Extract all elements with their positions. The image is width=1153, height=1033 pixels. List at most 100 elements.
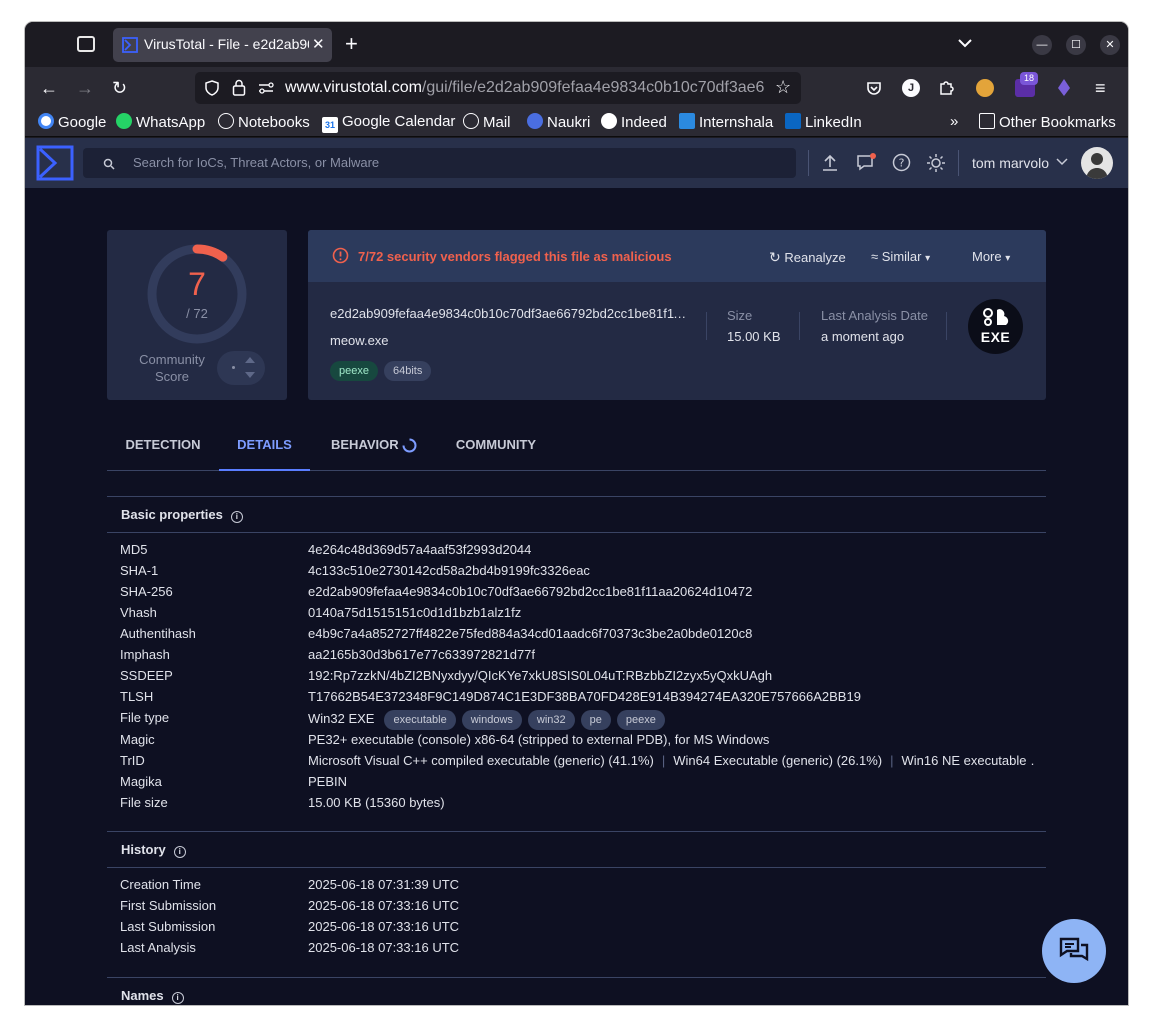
- divider: [799, 312, 800, 340]
- navigation-bar: ← → ↻ www.virustotal.com/gui/file/e2d2ab…: [25, 67, 1128, 109]
- search-input[interactable]: Search for IoCs, Threat Actors, or Malwa…: [83, 148, 796, 178]
- community-score-label: Community Score: [139, 352, 205, 384]
- bookmark-naukri[interactable]: Naukri: [527, 113, 590, 131]
- shield-icon[interactable]: [204, 80, 220, 96]
- bookmark-google[interactable]: Google: [38, 113, 106, 131]
- search-icon: [103, 158, 115, 170]
- chat-bubbles-icon: [1059, 937, 1089, 962]
- tab-list-chevron-icon[interactable]: [958, 38, 972, 48]
- bookmark-internshala[interactable]: Internshala: [679, 113, 773, 131]
- extensions-puzzle-icon[interactable]: [938, 79, 955, 96]
- file-hash[interactable]: e2d2ab909fefaa4e9834c0b10c70df3ae66792bd…: [330, 306, 690, 321]
- bookmark-indeed[interactable]: Indeed: [601, 113, 667, 131]
- avatar[interactable]: [1081, 147, 1113, 179]
- bookmark-linkedin[interactable]: LinkedIn: [785, 113, 862, 131]
- tag-chip[interactable]: executable: [384, 710, 456, 730]
- minimize-icon[interactable]: —: [1032, 35, 1052, 55]
- reload-icon[interactable]: ↻: [112, 78, 127, 98]
- file-name: meow.exe: [330, 333, 389, 348]
- browser-tab[interactable]: VirusTotal - File - e2d2ab909fefaa4e9834…: [113, 28, 332, 62]
- size-value: 15.00 KB: [727, 329, 781, 344]
- bookmark-whatsapp[interactable]: WhatsApp: [116, 113, 205, 131]
- divider: [808, 150, 809, 176]
- bookmark-star-icon[interactable]: ☆: [775, 77, 791, 98]
- more-button[interactable]: More ▾: [972, 249, 1010, 264]
- tab-title: VirusTotal - File - e2d2ab909fefaa4e9834…: [144, 36, 309, 52]
- tab-overview-icon[interactable]: [77, 36, 95, 52]
- theme-sun-icon[interactable]: [926, 153, 946, 173]
- property-row: File size 15.00 KB (15360 bytes): [120, 795, 445, 810]
- tab-details[interactable]: DETAILS: [219, 420, 310, 471]
- pocket-icon[interactable]: [866, 80, 882, 96]
- tag-chip[interactable]: pe: [580, 710, 611, 730]
- svg-text:?: ?: [899, 157, 905, 170]
- cookie-extension-icon[interactable]: [976, 79, 994, 97]
- vt-header: Search for IoCs, Threat Actors, or Malwa…: [25, 138, 1128, 188]
- reanalyze-button[interactable]: ↻ Reanalyze: [769, 249, 846, 266]
- section-title: Names i: [121, 988, 184, 1004]
- detection-total: / 72: [186, 306, 208, 321]
- notifications-icon[interactable]: [856, 153, 876, 171]
- forward-icon[interactable]: →: [76, 78, 94, 98]
- vote-up-icon[interactable]: [245, 357, 255, 363]
- detection-count: 7: [188, 266, 206, 302]
- tab-community[interactable]: COMMUNITY: [437, 420, 555, 471]
- bookmarks-bar: Google WhatsApp Notebooks 31 Google Calen…: [25, 109, 1128, 137]
- community-vote-widget[interactable]: [217, 351, 265, 385]
- lock-icon[interactable]: [232, 79, 246, 96]
- file-summary-card: 7/72 security vendors flagged this file …: [308, 230, 1046, 400]
- other-bookmarks[interactable]: Other Bookmarks: [979, 113, 1116, 131]
- linkedin-icon: [785, 113, 801, 129]
- chat-button[interactable]: [1042, 919, 1106, 983]
- tab-detection[interactable]: DETECTION: [107, 420, 219, 471]
- info-icon[interactable]: i: [171, 992, 184, 1004]
- info-icon[interactable]: i: [173, 846, 186, 858]
- property-row: SHA-256 e2d2ab909fefaa4e9834c0b10c70df3ae…: [120, 584, 753, 599]
- tag-chip[interactable]: peexe: [616, 710, 665, 730]
- whatsapp-icon: [116, 113, 132, 129]
- chevron-down-icon: ▾: [925, 253, 931, 264]
- help-icon[interactable]: ?: [892, 153, 911, 172]
- bookmark-google-calendar[interactable]: 31 Google Calendar: [322, 113, 455, 133]
- username[interactable]: tom marvolo: [972, 155, 1049, 171]
- bookmark-notebooks[interactable]: Notebooks: [218, 113, 310, 131]
- new-tab-icon[interactable]: +: [345, 33, 358, 55]
- menu-icon[interactable]: ≡: [1095, 78, 1106, 98]
- similar-button[interactable]: ≈ Similar ▾: [871, 249, 930, 264]
- globe-icon: [218, 113, 234, 129]
- page-content: Search for IoCs, Threat Actors, or Malwa…: [25, 138, 1128, 1005]
- extension-crystal-icon[interactable]: [1057, 78, 1071, 97]
- back-icon[interactable]: ←: [40, 78, 58, 98]
- url-text[interactable]: www.virustotal.com/gui/file/e2d2ab909fef…: [285, 79, 765, 97]
- tag-chip[interactable]: win32: [527, 710, 575, 730]
- section-title: History i: [121, 842, 186, 858]
- property-row: First Submission 2025-06-18 07:33:16 UTC: [120, 898, 460, 913]
- size-label: Size: [727, 308, 753, 323]
- divider: [107, 867, 1046, 868]
- url-bar[interactable]: www.virustotal.com/gui/file/e2d2ab909fef…: [195, 72, 801, 104]
- joplin-extension-icon[interactable]: J: [902, 79, 920, 97]
- google-icon: [38, 113, 54, 129]
- tag-chip[interactable]: 64bits: [383, 361, 432, 381]
- property-row: MD5 4e264c48d369d57a4aaf53f2993d2044: [120, 542, 532, 557]
- bookmarks-overflow-icon[interactable]: »: [950, 113, 958, 130]
- info-icon[interactable]: i: [230, 511, 243, 523]
- tab-close-icon[interactable]: ✕: [312, 35, 325, 53]
- user-menu-chevron-icon[interactable]: [1056, 158, 1068, 166]
- virustotal-logo-icon[interactable]: [36, 145, 74, 181]
- tag-chip[interactable]: windows: [461, 710, 522, 730]
- tag-chip[interactable]: peexe: [330, 361, 378, 381]
- vote-down-icon[interactable]: [245, 372, 255, 378]
- property-row: Creation Time 2025-06-18 07:31:39 UTC: [120, 877, 460, 892]
- bookmark-mail[interactable]: Mail: [463, 113, 511, 131]
- property-row: SSDEEP 192:Rp7zzkN/4bZI2BNyxdyy/QIcKYe7xk…: [120, 668, 773, 683]
- close-window-icon[interactable]: ✕: [1100, 35, 1120, 55]
- site-permissions-icon[interactable]: [258, 81, 274, 95]
- property-row: File type Win32 EXE executable windows win3…: [120, 710, 1040, 731]
- tab-behavior[interactable]: BEHAVIOR: [310, 420, 416, 471]
- upload-icon[interactable]: [822, 154, 838, 172]
- browser-window: VirusTotal - File - e2d2ab909fefaa4e9834…: [25, 22, 1128, 1005]
- property-row: SHA-1 4c133c510e2730142cd58a2bd4b9199fc33…: [120, 563, 590, 578]
- title-bar: VirusTotal - File - e2d2ab909fefaa4e9834…: [25, 22, 1128, 67]
- maximize-icon[interactable]: ☐: [1066, 35, 1086, 55]
